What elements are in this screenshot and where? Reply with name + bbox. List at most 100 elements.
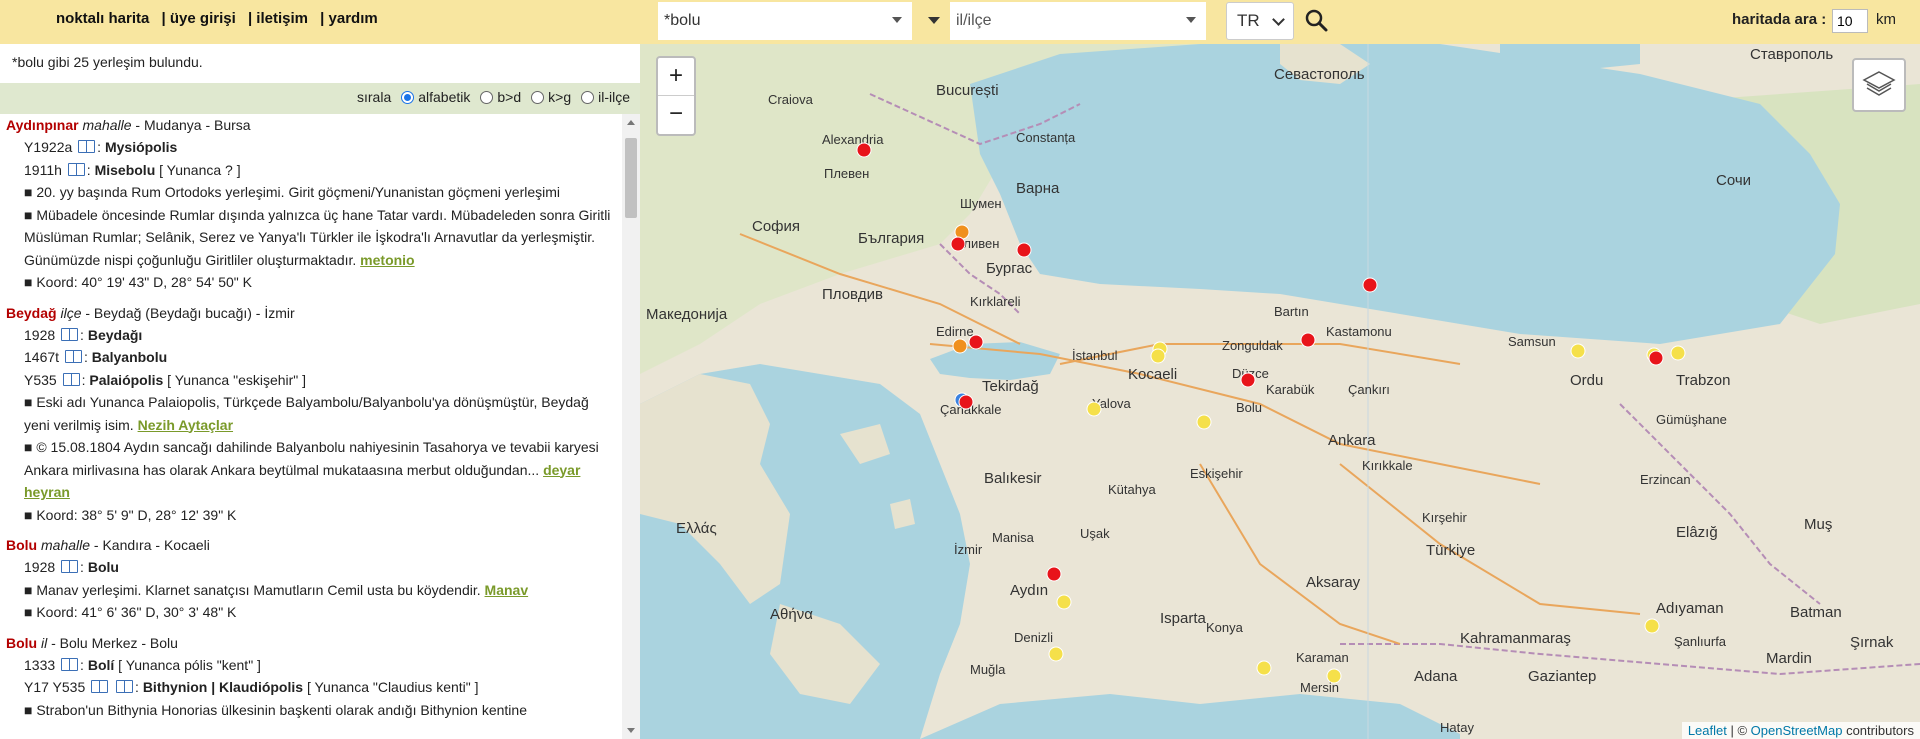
marker-red[interactable] (1046, 566, 1062, 582)
place-name-link[interactable]: Bolu (6, 537, 37, 553)
book-icon[interactable] (61, 327, 79, 341)
marker-yellow[interactable] (1086, 401, 1102, 417)
book-icon[interactable] (61, 657, 79, 671)
historic-name: Misebolu (94, 161, 156, 178)
book-icon[interactable] (67, 162, 85, 176)
results-list: Aydınpınar mahalle - Mudanya - Bursa Y19… (0, 114, 622, 739)
sort-radio-province[interactable] (581, 90, 595, 104)
marker-yellow[interactable] (1196, 414, 1212, 430)
historic-name-row: 1911h : Misebolu [ Yunanca ? ] (24, 161, 241, 178)
distance-unit: km (1876, 11, 1896, 28)
marker-red[interactable] (1300, 332, 1316, 348)
book-icon[interactable] (116, 680, 134, 693)
place-search-input[interactable]: *bolu (658, 2, 912, 40)
sort-radio-alphabetic[interactable] (401, 90, 415, 104)
nav-member-login[interactable]: | üye girişi (162, 10, 236, 27)
historic-name-row: 1928 : Bolu (24, 559, 119, 575)
coordinates: ■ Koord: 40° 19' 43" D, 28° 54' 50" K (24, 274, 252, 290)
sort-option-province[interactable]: il-ilçe (598, 89, 630, 105)
sort-radio-west-east[interactable] (480, 90, 494, 104)
scroll-down-icon[interactable] (627, 728, 635, 733)
list-item: Aydınpınar mahalle - Mudanya - Bursa Y19… (0, 114, 622, 294)
coordinates: ■ Koord: 41° 6' 36" D, 30° 3' 48" K (24, 604, 237, 620)
nav-dotted-map[interactable]: noktalı harita (56, 10, 149, 27)
marker-yellow[interactable] (1048, 646, 1064, 662)
place-location: - Bolu Merkez - Bolu (47, 634, 178, 651)
marker-yellow[interactable] (1256, 660, 1272, 676)
language-select[interactable]: TR (1226, 2, 1294, 40)
sort-option-west-east[interactable]: b>d (497, 89, 521, 105)
zoom-control: + − (656, 56, 696, 136)
zoom-out-button[interactable]: − (658, 96, 694, 133)
attribution-tail: contributors (1842, 723, 1914, 738)
source-link[interactable]: Nezih Aytaçlar (138, 417, 233, 433)
top-bar: noktalı harita | üye girişi | iletişim |… (0, 0, 1920, 44)
marker-red[interactable] (958, 394, 974, 410)
place-name-link[interactable]: Beydağ (6, 305, 57, 321)
book-icon[interactable] (62, 372, 80, 386)
name-year: 1928 (24, 559, 56, 575)
zoom-in-button[interactable]: + (658, 58, 694, 96)
marker-yellow[interactable] (1644, 618, 1660, 634)
chevron-down-icon[interactable] (1186, 17, 1196, 23)
marker-red[interactable] (1362, 277, 1378, 293)
marker-red[interactable] (1240, 372, 1256, 388)
historic-name-row: Y1922a : Mysiópolis (24, 139, 178, 155)
marker-red[interactable] (856, 142, 872, 158)
nav-help[interactable]: | yardım (320, 10, 378, 27)
marker-yellow[interactable] (1056, 594, 1072, 610)
book-icon[interactable] (78, 140, 96, 153)
sort-radio-north-south[interactable] (531, 90, 545, 104)
scroll-up-icon[interactable] (627, 120, 635, 125)
note-row: ■ Manav yerleşimi. Klarnet sanatçısı Mam… (24, 579, 614, 602)
coordinates: ■ Koord: 38° 5' 9" D, 28° 12' 39" K (24, 506, 237, 523)
marker-yellow[interactable] (1670, 345, 1686, 361)
historic-name-row: Y17 Y535 : Bithynion | Klaudiópolis [ Yu… (24, 679, 479, 695)
name-year: Y535 (24, 371, 57, 388)
place-type: mahalle (41, 537, 91, 553)
list-item: Beydağ ilçe - Beydağ (Beydağı bucağı) - … (0, 302, 622, 527)
marker-red[interactable] (1648, 350, 1664, 366)
marker-red[interactable] (968, 334, 984, 350)
chevron-down-icon[interactable] (928, 17, 940, 24)
note-text: ■ © 15.08.1804 Aydın sancağı dahilinde B… (24, 439, 599, 478)
sort-option-alphabetic[interactable]: alfabetik (418, 89, 470, 105)
marker-layer (856, 142, 1686, 684)
results-panel: *bolu gibi 25 yerleşim bulundu. sırala a… (0, 44, 640, 739)
name-year: Y17 Y535 (24, 679, 86, 695)
nav-contact[interactable]: | iletişim (248, 10, 308, 27)
search-button[interactable] (1302, 6, 1332, 36)
marker-yellow[interactable] (1150, 348, 1166, 364)
chevron-down-icon[interactable] (892, 17, 902, 23)
name-year: 1333 (24, 656, 56, 673)
place-type: mahalle (82, 117, 132, 133)
note-text: ■ Manav yerleşimi. Klarnet sanatçısı Mam… (24, 581, 481, 598)
sort-option-north-south[interactable]: k>g (548, 89, 571, 105)
scroll-thumb[interactable] (625, 138, 637, 218)
attribution-separator: | © (1726, 723, 1751, 738)
source-link[interactable]: Manav (485, 582, 529, 598)
marker-yellow[interactable] (1326, 668, 1342, 684)
book-icon[interactable] (91, 680, 109, 693)
leaflet-link[interactable]: Leaflet (1688, 723, 1727, 738)
historic-name-row: Y535 : Palaiópolis [ Yunanca "eskişehir"… (24, 371, 307, 388)
marker-yellow[interactable] (1570, 343, 1586, 359)
layers-button[interactable] (1852, 58, 1906, 112)
note-row: ■ Eski adı Yunanca Palaiopolis, Türkçede… (24, 391, 614, 436)
distance-input[interactable]: 10 (1832, 9, 1868, 33)
source-link[interactable]: metonio (360, 252, 414, 268)
place-name-link[interactable]: Bolu (6, 635, 37, 651)
book-icon[interactable] (61, 560, 79, 573)
marker-red[interactable] (950, 236, 966, 252)
marker-red[interactable] (1016, 242, 1032, 258)
book-icon[interactable] (64, 350, 82, 363)
results-scrollbar[interactable] (622, 114, 640, 739)
search-icon (1305, 9, 1328, 32)
historic-name: Bolí (87, 656, 115, 673)
region-select[interactable]: il/ilçe (950, 2, 1206, 40)
marker-orange[interactable] (952, 338, 968, 354)
place-name-link[interactable]: Aydınpınar (6, 117, 79, 133)
place-location: - Kandıra - Kocaeli (90, 537, 210, 553)
map-view[interactable]: București Constanța Севастополь Ставропо… (640, 44, 1920, 739)
osm-link[interactable]: OpenStreetMap (1751, 723, 1843, 738)
